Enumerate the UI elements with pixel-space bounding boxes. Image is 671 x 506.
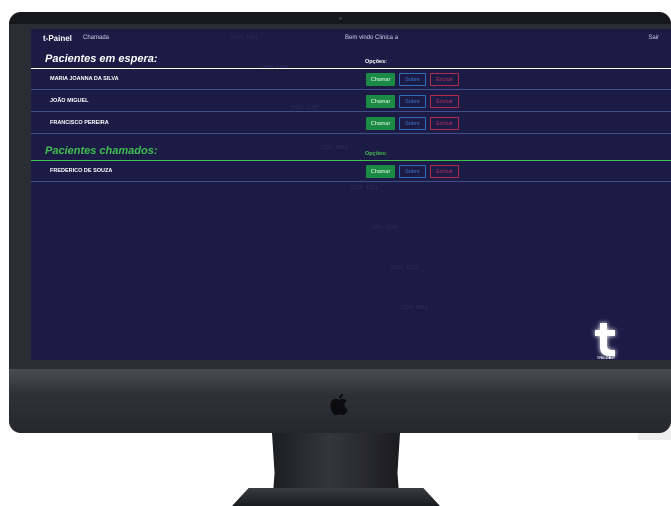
- about-button[interactable]: Sobre: [399, 73, 426, 86]
- call-button[interactable]: Chamar: [366, 165, 395, 178]
- camera: [339, 17, 342, 20]
- welcome-text: Bem vindo Clinica a: [345, 35, 399, 41]
- waiting-section-title: Pacientes em espera:: [45, 53, 158, 65]
- row-divider: [31, 111, 671, 112]
- apple-logo-icon: [330, 393, 348, 416]
- trilobit-logo-icon: [595, 323, 615, 356]
- monitor-stand-base: [232, 488, 440, 506]
- delete-button[interactable]: Excluir: [430, 73, 459, 86]
- table-row: MARIA JOANNA DA SILVA Chamar Sobre Exclu…: [31, 69, 671, 90]
- patient-name: FREDERICO DE SOUZA: [50, 168, 113, 174]
- about-button[interactable]: Sobre: [399, 95, 426, 108]
- patient-name: FRANCISCO PEREIRA: [50, 120, 109, 126]
- row-divider: [31, 181, 671, 182]
- svg-text:1100 0011: 1100 0011: [401, 305, 428, 311]
- patient-name: MARIA JOANNA DA SILVA: [50, 76, 119, 82]
- patient-name: JOÃO MIGUEL: [50, 98, 89, 104]
- called-options-label: Opções:: [365, 151, 388, 157]
- about-button[interactable]: Sobre: [399, 165, 426, 178]
- about-button[interactable]: Sobre: [399, 117, 426, 130]
- delete-button[interactable]: Excluir: [430, 165, 459, 178]
- call-button[interactable]: Chamar: [366, 117, 395, 130]
- call-button[interactable]: Chamar: [366, 73, 395, 86]
- delete-button[interactable]: Excluir: [430, 117, 459, 130]
- delete-button[interactable]: Excluir: [430, 95, 459, 108]
- app-screen: 0101 1001 1010 0110 0011 1100 1101 0010 …: [31, 29, 671, 360]
- logo-text: TRILOBIT: [596, 355, 616, 360]
- table-row: FRANCISCO PEREIRA Chamar Sobre Excluir: [31, 113, 671, 134]
- svg-text:1001 0101: 1001 0101: [371, 225, 398, 231]
- imac-monitor: 0101 1001 1010 0110 0011 1100 1101 0010 …: [9, 12, 671, 433]
- brand-title[interactable]: t-Painel: [43, 34, 72, 43]
- table-row: FREDERICO DE SOUZA Chamar Sobre Excluir: [31, 161, 671, 182]
- top-navbar: t-Painel Chamada Bem vindo Clinica a Sai…: [31, 29, 671, 49]
- logout-link[interactable]: Sair: [648, 35, 659, 41]
- svg-text:0101 1110: 0101 1110: [391, 265, 418, 271]
- svg-text:1101 0010: 1101 0010: [321, 145, 348, 151]
- row-divider: [31, 89, 671, 90]
- waiting-options-label: Opções:: [365, 59, 388, 65]
- row-divider: [31, 133, 671, 134]
- call-button[interactable]: Chamar: [366, 95, 395, 108]
- svg-text:0110 1011: 0110 1011: [351, 185, 378, 191]
- called-section-title: Pacientes chamados:: [45, 145, 158, 157]
- table-row: JOÃO MIGUEL Chamar Sobre Excluir: [31, 91, 671, 112]
- nav-link-chamada[interactable]: Chamada: [83, 35, 109, 41]
